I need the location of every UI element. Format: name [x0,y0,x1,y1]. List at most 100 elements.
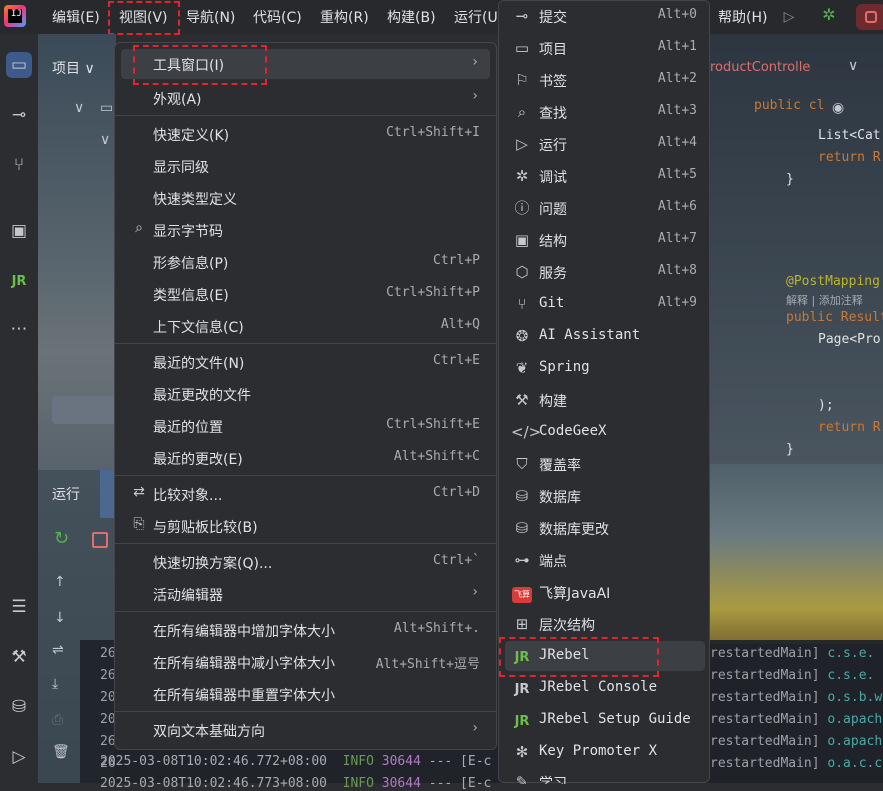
tool-item-label: 书签 [539,74,567,90]
rerun-icon[interactable]: ↻ [54,528,69,549]
menu-code[interactable]: 代码(C) [253,7,302,27]
tool-item-run[interactable]: ▷ 运行 Alt+4 [505,129,705,159]
tool-item-learn[interactable]: ✎ 学习 [505,767,705,784]
tree-expand-icon[interactable]: ∨ [74,100,84,116]
tool-item-label: Spring [539,359,590,375]
tool-item-services[interactable]: ⬡ 服务 Alt+8 [505,257,705,287]
print-icon[interactable]: ⎙ [52,712,63,728]
tool-item-spring[interactable]: ❦ Spring [505,353,705,383]
tool-item-project[interactable]: ▭ 项目 Alt+1 [505,33,705,63]
menu-item-shortcut: Ctrl+Shift+E [386,417,480,432]
menu-navigate[interactable]: 导航(N) [186,7,235,27]
tool-item-coverage[interactable]: ⛉ 覆盖率 [505,449,705,479]
tool-item-key-promoter-x[interactable]: ✻ Key Promoter X [505,737,705,767]
menu-item-recently-changed-files[interactable]: 最近更改的文件 [121,379,490,409]
commit-icon[interactable]: ⊸ [6,102,32,128]
project-folder-icon[interactable]: ▭ [6,52,32,78]
menu-run[interactable]: 运行(U [454,7,498,27]
run-tab-indicator[interactable] [100,470,114,518]
menu-edit[interactable]: 编辑(E) [52,7,100,27]
tool-item-label: 项目 [539,42,567,58]
soft-wrap-icon[interactable]: ⇌ [52,642,64,658]
tree-expand-icon[interactable]: ∨ [100,132,110,148]
tool-item-bookmarks[interactable]: ⚐ 书签 Alt+2 [505,65,705,95]
chevron-right-icon: › [472,54,478,70]
menu-help[interactable]: 帮助(H) [718,7,767,27]
jrebel-icon[interactable]: JR [6,267,32,293]
stop-icon[interactable] [92,532,108,548]
tool-item-find[interactable]: ⌕ 查找 Alt+3 [505,97,705,127]
menu-item-show-siblings[interactable]: 显示同级 [121,151,490,181]
tool-item-jrebel-console[interactable]: JR JRebel Console [505,673,705,703]
menu-item-decrease-font[interactable]: 在所有编辑器中减小字体大小 Alt+Shift+逗号 [121,647,490,677]
tool-item-label: JRebel Console [539,679,658,695]
tool-item-ai-assistant[interactable]: ❂ AI Assistant [505,321,705,351]
menu-item-quick-definition[interactable]: 快速定义(K) Ctrl+Shift+I [121,119,490,149]
menu-item-active-editor[interactable]: 活动编辑器 › [121,579,490,609]
stop-button[interactable] [856,4,883,30]
reader-mode-icon[interactable]: ◉ [832,100,844,116]
menu-item-show-bytecode[interactable]: ⌕ 显示字节码 [121,215,490,245]
menu-item-quick-type-definition[interactable]: 快速类型定义 [121,183,490,213]
list-icon[interactable]: ☰ [6,594,32,620]
tool-item-database-changes[interactable]: ⛁ 数据库更改 [505,513,705,543]
menu-item-recent-changes[interactable]: 最近的更改(E) Alt+Shift+C [121,443,490,473]
menu-item-increase-font[interactable]: 在所有编辑器中增加字体大小 Alt+Shift+. [121,615,490,645]
app-logo-icon[interactable]: IJ [4,5,26,27]
editor-tab[interactable]: roductControlle ∨ [710,52,883,86]
menu-build[interactable]: 构建(B) [387,7,436,27]
tool-item-jrebel-setup-guide[interactable]: JR JRebel Setup Guide [505,705,705,735]
menu-item-bidi-direction[interactable]: 双向文本基础方向 › [121,715,490,745]
menu-item-label: 比较对象... [153,488,223,504]
scroll-up-icon[interactable]: ↑ [54,574,66,590]
tool-item-build[interactable]: ⚒ 构建 [505,385,705,415]
menu-item-shortcut: Ctrl+D [433,485,480,500]
search-field[interactable] [52,396,116,424]
tool-item-problems[interactable]: ⓘ 问题 Alt+6 [505,193,705,223]
menu-refactor[interactable]: 重构(R) [320,7,369,27]
tool-item-feisuan-javaai[interactable]: 飞算 飞算JavaAI [505,577,705,607]
project-panel-title[interactable]: 项目 ∨ [52,58,95,78]
debug-bug-icon[interactable]: ✲ [816,5,842,29]
code-line: @PostMapping [786,274,880,289]
tool-item-database[interactable]: ⛁ 数据库 [505,481,705,511]
tool-item-debug[interactable]: ✲ 调试 Alt+5 [505,161,705,191]
menu-item-compare-with[interactable]: ⇄ 比较对象... Ctrl+D [121,479,490,509]
tab-dropdown-icon[interactable]: ∨ [848,58,858,74]
trash-icon[interactable]: 🗑 [52,744,70,760]
jrebel-console-icon: JR [514,682,530,697]
jrebel-setup-icon: JR [514,714,530,729]
menu-item-type-info[interactable]: 类型信息(E) Ctrl+Shift+P [121,279,490,309]
pull-requests-icon[interactable]: ⑂ [6,152,32,178]
menu-item-reset-font[interactable]: 在所有编辑器中重置字体大小 [121,679,490,709]
more-icon[interactable]: ⋯ [6,316,32,342]
database-icon[interactable]: ⛁ [6,694,32,720]
inlay-hint[interactable]: 解释 | 添加注释 [786,292,863,308]
structure-icon[interactable]: ▣ [6,218,32,244]
menu-item-context-info[interactable]: 上下文信息(C) Alt+Q [121,311,490,341]
clipboard-compare-icon: ⎘ [133,516,145,532]
scroll-to-end-icon[interactable]: ⤓ [52,676,58,692]
menu-item-parameter-info[interactable]: 形参信息(P) Ctrl+P [121,247,490,277]
tool-item-codegeex[interactable]: </> CodeGeeX [505,417,705,447]
tool-item-label: 结构 [539,234,567,250]
scroll-down-icon[interactable]: ↓ [54,610,66,626]
code-line: public Result [786,310,883,325]
menu-item-recent-files[interactable]: 最近的文件(N) Ctrl+E [121,347,490,377]
tool-item-endpoints[interactable]: ⊶ 端点 [505,545,705,575]
menu-item-appearance[interactable]: 外观(A) › [121,83,490,113]
menu-item-compare-with-clipboard[interactable]: ⎘ 与剪贴板比较(B) [121,511,490,541]
database-icon: ⛁ [515,487,529,505]
log-line: restartedMain] c.s.e. [710,646,875,661]
menu-item-quick-switch-scheme[interactable]: 快速切换方案(Q)... Ctrl+` [121,547,490,577]
menu-item-recent-locations[interactable]: 最近的位置 Ctrl+Shift+E [121,411,490,441]
tool-item-commit[interactable]: ⊸ 提交 Alt+0 [505,1,705,31]
hammer-icon[interactable]: ⚒ [6,644,32,670]
code-line: ); [818,398,834,413]
tool-item-git[interactable]: ⑂ Git Alt+9 [505,289,705,319]
run-config-icon[interactable]: ▷ [776,4,802,30]
services-icon[interactable]: ▷ [6,744,32,770]
tool-item-hierarchy[interactable]: ⊞ 层次结构 [505,609,705,639]
learn-icon: ✎ [515,773,529,784]
tool-item-structure[interactable]: ▣ 结构 Alt+7 [505,225,705,255]
